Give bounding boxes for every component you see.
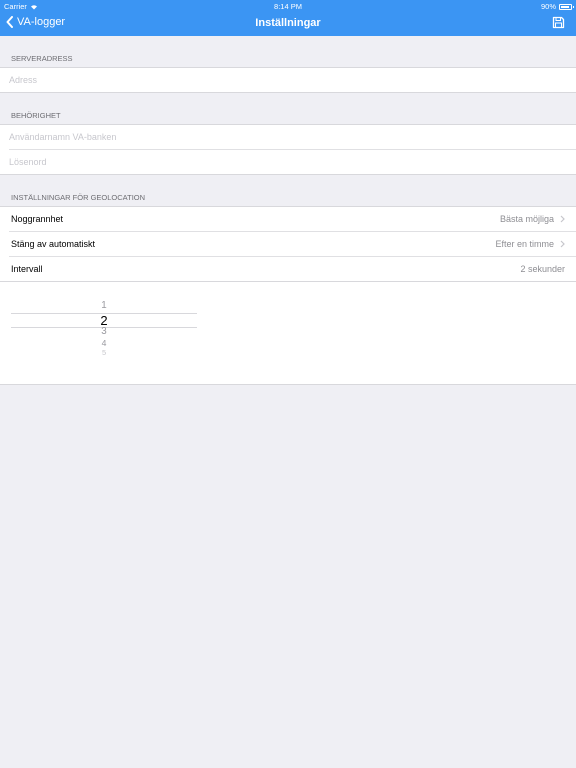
picker-option[interactable]: 4	[11, 339, 197, 348]
picker-option[interactable]: 3	[11, 327, 197, 337]
address-field-row	[0, 68, 576, 92]
interval-row[interactable]: Intervall 2 sekunder	[0, 257, 576, 281]
status-bar: Carrier 8:14 PM 90%	[0, 0, 576, 12]
picker-option[interactable]: 5	[11, 349, 197, 357]
battery-level	[561, 5, 570, 8]
picker-option[interactable]: 1	[11, 301, 197, 311]
battery-icon	[559, 3, 574, 10]
auto-off-label: Stäng av automatiskt	[11, 239, 96, 249]
interval-label: Intervall	[11, 264, 43, 274]
interval-picker-area: 12345	[0, 281, 576, 385]
auto-off-row[interactable]: Stäng av automatiskt Efter en timme	[0, 232, 576, 256]
chevron-right-icon	[560, 215, 565, 223]
battery: 90%	[540, 2, 574, 11]
battery-percent: 90%	[540, 2, 556, 11]
accuracy-row[interactable]: Noggrannhet Bästa möjliga	[0, 207, 576, 231]
save-button[interactable]	[552, 16, 565, 34]
accuracy-value: Bästa möjliga	[499, 214, 554, 224]
interval-value: 2 sekunder	[520, 264, 565, 274]
username-input[interactable]	[9, 132, 567, 142]
server-group	[0, 67, 576, 93]
accuracy-label: Noggrannhet	[11, 214, 64, 224]
interval-picker[interactable]: 12345	[11, 301, 197, 379]
chevron-right-icon	[560, 240, 565, 248]
section-header-server: SERVERADRESS	[11, 54, 73, 63]
nav-bar: VA-logger Inställningar	[0, 12, 576, 36]
geolocation-group: Noggrannhet Bästa möjliga Stäng av autom…	[0, 206, 576, 281]
save-icon	[552, 16, 565, 29]
auth-group	[0, 124, 576, 175]
username-field-row	[0, 125, 576, 149]
auto-off-value-wrap: Efter en timme	[495, 239, 565, 249]
top-bar: Carrier 8:14 PM 90% VA-logger Inställnin…	[0, 0, 576, 36]
address-input[interactable]	[9, 75, 567, 85]
section-header-geolocation: INSTÄLLNINGAR FÖR GEOLOCATION	[11, 193, 146, 202]
section-header-auth: BEHÖRIGHET	[11, 111, 61, 120]
status-time: 8:14 PM	[274, 2, 302, 11]
auto-off-value: Efter en timme	[495, 239, 554, 249]
page-title: Inställningar	[255, 17, 321, 29]
password-field-row	[0, 150, 576, 174]
accuracy-value-wrap: Bästa möjliga	[500, 214, 565, 224]
password-input[interactable]	[9, 157, 567, 167]
